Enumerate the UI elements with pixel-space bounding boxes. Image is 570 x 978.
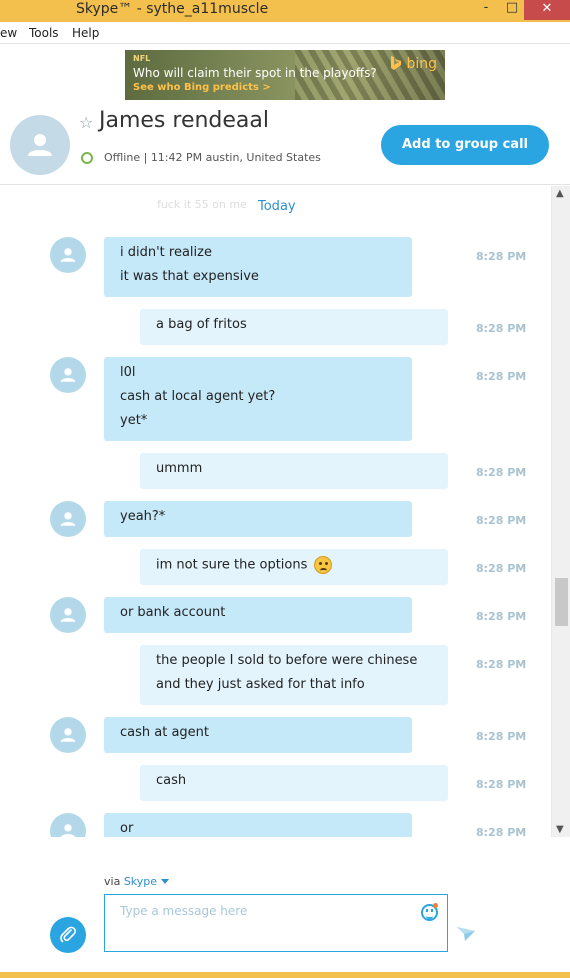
message-bubble-incoming[interactable]: yeah?* xyxy=(104,501,412,537)
bing-logo: bing xyxy=(390,56,437,72)
message-time: 8:28 PM xyxy=(476,658,527,671)
local-time: 11:42 PM austin, United States xyxy=(150,151,321,164)
attach-button[interactable] xyxy=(50,917,86,953)
person-icon xyxy=(60,728,76,742)
message-time: 8:28 PM xyxy=(476,322,527,335)
sender-avatar[interactable] xyxy=(50,237,86,273)
message-text: it was that expensive xyxy=(120,269,259,284)
chevron-down-icon xyxy=(160,879,169,884)
presence-offline-icon xyxy=(81,152,93,164)
person-icon xyxy=(60,824,76,837)
message-time: 8:28 PM xyxy=(476,826,527,837)
emoticon-notification-dot xyxy=(433,903,438,908)
message-line: im not sure the options xyxy=(156,556,432,580)
message-bubble-incoming[interactable]: i didn't realize it was that expensive xyxy=(104,237,412,297)
message-input[interactable] xyxy=(104,894,448,952)
message-bubble-outgoing[interactable]: cash xyxy=(140,765,448,801)
message-text: l0l xyxy=(120,365,136,380)
skype-window: ew Tools Help NFL Who will claim their s… xyxy=(0,22,570,972)
conversation-scrollbar[interactable]: ▲ ▼ xyxy=(551,186,570,837)
scroll-up-icon[interactable]: ▲ xyxy=(556,188,564,199)
via-service-selector[interactable]: via Skype xyxy=(104,875,169,888)
menu-help[interactable]: Help xyxy=(72,26,99,40)
message-text: im not sure the options xyxy=(156,557,308,573)
message-text: the people I sold to before were chinese xyxy=(156,653,418,668)
message-time: 8:28 PM xyxy=(476,466,527,479)
sender-avatar[interactable] xyxy=(50,597,86,633)
day-divider: Today xyxy=(258,199,296,214)
attach-icon xyxy=(60,926,76,943)
message-time: 8:28 PM xyxy=(476,778,527,791)
message-text: and they just asked for that info xyxy=(156,677,365,692)
person-icon xyxy=(28,134,52,156)
sender-avatar[interactable] xyxy=(50,813,86,837)
title-bar: Skype™ - sythe_a11muscle - □ ✕ xyxy=(0,0,570,22)
message-bubble-incoming[interactable]: l0l cash at local agent yet? yet* xyxy=(104,357,412,441)
contact-status-line: Offline | 11:42 PM austin, United States xyxy=(104,151,321,164)
worried-emoji-icon xyxy=(313,556,332,574)
message-time: 8:28 PM xyxy=(476,562,527,575)
person-icon xyxy=(60,608,76,622)
window-bottom-border xyxy=(0,972,570,978)
message-text: cash at local agent yet? xyxy=(120,389,276,404)
message-bubble-outgoing[interactable]: a bag of fritos xyxy=(140,309,448,345)
message-text: or bank account xyxy=(120,605,226,620)
message-bubble-incoming[interactable]: or xyxy=(104,813,412,837)
message-composer: via Skype xyxy=(0,837,570,972)
add-to-group-call-button[interactable]: Add to group call xyxy=(381,125,549,165)
message-bubble-incoming[interactable]: cash at agent xyxy=(104,717,412,753)
ad-headline: Who will claim their spot in the playoff… xyxy=(133,66,377,80)
ad-cta-link[interactable]: See who Bing predicts > xyxy=(133,82,271,93)
message-text: a bag of fritos xyxy=(156,317,247,332)
maximize-button[interactable]: □ xyxy=(498,0,526,20)
message-bubble-outgoing[interactable]: ummm xyxy=(140,453,448,489)
via-prefix: via xyxy=(104,875,121,888)
ad-banner[interactable]: NFL Who will claim their spot in the pla… xyxy=(125,50,445,100)
person-icon xyxy=(60,368,76,382)
faded-previous-message: fuck it 55 on me xyxy=(157,198,247,211)
message-time: 8:28 PM xyxy=(476,730,527,743)
message-text: ummm xyxy=(156,461,203,476)
send-icon[interactable] xyxy=(457,927,475,941)
scroll-down-icon[interactable]: ▼ xyxy=(556,824,564,835)
message-time: 8:28 PM xyxy=(476,514,527,527)
message-text: cash xyxy=(156,773,187,788)
message-time: 8:28 PM xyxy=(476,610,527,623)
ad-tag: NFL xyxy=(133,54,151,63)
message-bubble-outgoing[interactable]: the people I sold to before were chinese… xyxy=(140,645,448,705)
minimize-button[interactable]: - xyxy=(472,0,500,20)
contact-avatar[interactable] xyxy=(10,115,70,175)
window-title: Skype™ - sythe_a11muscle xyxy=(76,1,269,17)
message-time: 8:28 PM xyxy=(476,250,527,263)
message-time: 8:28 PM xyxy=(476,370,527,383)
sender-avatar[interactable] xyxy=(50,717,86,753)
message-bubble-outgoing[interactable]: im not sure the options xyxy=(140,549,448,585)
bing-icon xyxy=(391,56,401,70)
close-button[interactable]: ✕ xyxy=(524,0,570,20)
menu-bar: ew Tools Help xyxy=(0,22,570,44)
status-separator: | xyxy=(143,151,148,164)
favorite-star-icon[interactable]: ☆ xyxy=(79,113,93,132)
message-text: cash at agent xyxy=(120,725,210,740)
sender-avatar[interactable] xyxy=(50,501,86,537)
menu-view[interactable]: ew xyxy=(0,26,17,40)
status-text: Offline xyxy=(104,151,141,164)
contact-header: ☆ James rendeaal Offline | 11:42 PM aust… xyxy=(0,105,570,185)
message-text: yeah?* xyxy=(120,509,166,524)
menu-tools[interactable]: Tools xyxy=(29,26,59,40)
conversation-pane[interactable]: fuck it 55 on me Today i didn't realize … xyxy=(0,186,551,837)
message-text: or xyxy=(120,821,134,836)
person-icon xyxy=(60,248,76,262)
person-icon xyxy=(60,512,76,526)
message-text: yet* xyxy=(120,413,148,428)
contact-name: James rendeaal xyxy=(99,108,270,133)
bing-wordmark: bing xyxy=(406,56,437,72)
message-text: i didn't realize xyxy=(120,245,212,260)
via-service-name: Skype xyxy=(123,875,158,888)
scroll-thumb[interactable] xyxy=(555,578,568,626)
message-bubble-incoming[interactable]: or bank account xyxy=(104,597,412,633)
sender-avatar[interactable] xyxy=(50,357,86,393)
